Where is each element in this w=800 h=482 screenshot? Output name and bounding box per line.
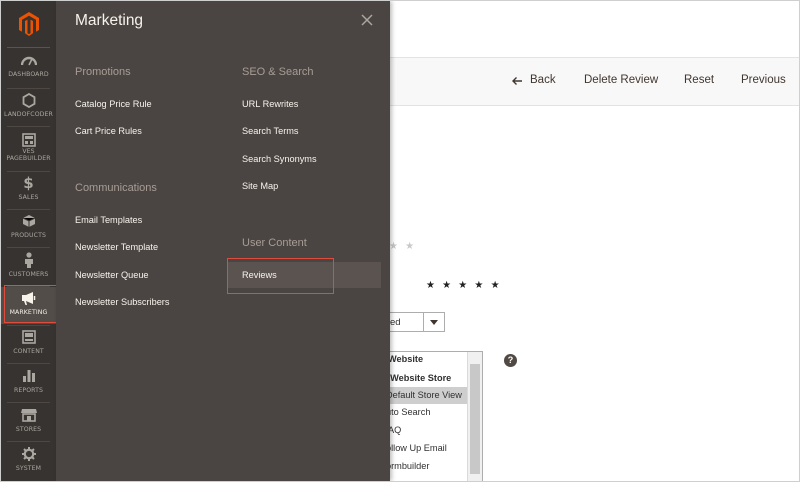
nav-label: DASHBOARD: [8, 71, 49, 78]
menu-item-newsletter-template[interactable]: Newsletter Template: [75, 242, 158, 252]
previous-button[interactable]: Previous: [741, 74, 786, 86]
nav-landofcoder[interactable]: LANDOFCODER: [1, 89, 56, 126]
back-arrow-icon[interactable]: [511, 75, 523, 87]
menu-item-newsletter-queue[interactable]: Newsletter Queue: [75, 270, 149, 280]
bar-chart-icon: [1, 368, 56, 384]
nav-label: VES PAGEBUILDER: [6, 148, 51, 163]
menu-item-email-templates[interactable]: Email Templates: [75, 215, 142, 225]
group-promotions-title: Promotions: [75, 66, 131, 78]
group-communications-title: Communications: [75, 182, 157, 194]
dollar-icon: $: [23, 174, 34, 192]
nav-label: CUSTOMERS: [8, 271, 49, 278]
marketing-flyout-menu: Marketing Promotions Catalog Price Rule …: [56, 1, 390, 481]
menu-item-newsletter-subscribers[interactable]: Newsletter Subscribers: [75, 297, 169, 307]
menu-item-catalog-price-rule[interactable]: Catalog Price Rule: [75, 99, 152, 109]
magento-logo-icon[interactable]: [1, 1, 56, 47]
scrollbar-thumb[interactable]: [470, 364, 480, 474]
group-user-content-title: User Content: [242, 237, 307, 249]
pagebuilder-icon: [1, 132, 56, 148]
nav-dashboard[interactable]: DASHBOARD: [1, 49, 56, 86]
menu-item-search-synonyms[interactable]: Search Synonyms: [242, 154, 317, 164]
nav-customers[interactable]: CUSTOMERS: [1, 249, 56, 286]
back-button[interactable]: Back: [530, 74, 556, 86]
admin-sidebar: DASHBOARD LANDOFCODER VES PAGEBUILDER $ …: [1, 1, 56, 481]
admin-window: Back Delete Review Reset Previous ★ ★ ★ …: [0, 0, 800, 482]
content-icon: [1, 329, 56, 345]
nav-label: PRODUCTS: [10, 232, 47, 239]
chevron-down-icon[interactable]: [423, 313, 444, 331]
sidebar-divider: [7, 47, 50, 48]
store-icon: [1, 407, 56, 423]
person-icon: [1, 252, 56, 268]
faded-rating-stars: ★ ★: [389, 241, 417, 252]
nav-ves-pagebuilder[interactable]: VES PAGEBUILDER: [1, 129, 56, 171]
flyout-title: Marketing: [75, 12, 144, 29]
menu-item-cart-price-rules[interactable]: Cart Price Rules: [75, 126, 142, 136]
rating-stars[interactable]: ★ ★ ★ ★ ★: [426, 280, 502, 291]
help-icon[interactable]: ?: [504, 354, 517, 367]
gear-icon: [1, 446, 56, 462]
list-scrollbar[interactable]: [467, 352, 482, 481]
sidebar-divider: [7, 402, 50, 403]
nav-label: LANDOFCODER: [4, 111, 53, 118]
close-icon[interactable]: [360, 13, 374, 27]
sidebar-divider: [7, 247, 50, 248]
nav-reports[interactable]: REPORTS: [1, 365, 56, 402]
delete-review-button[interactable]: Delete Review: [584, 74, 658, 86]
menu-item-search-terms[interactable]: Search Terms: [242, 126, 299, 136]
box-icon: [1, 213, 56, 229]
dashboard-icon: [1, 52, 56, 68]
nav-label: SALES: [18, 194, 39, 201]
sidebar-divider: [7, 126, 50, 127]
nav-stores[interactable]: STORES: [1, 404, 56, 441]
hexagon-icon: [1, 92, 56, 108]
group-seo-search-title: SEO & Search: [242, 66, 314, 78]
nav-label: SYSTEM: [15, 465, 42, 472]
sidebar-divider: [7, 441, 50, 442]
nav-content[interactable]: CONTENT: [1, 326, 56, 363]
nav-products[interactable]: PRODUCTS: [1, 210, 56, 247]
menu-item-site-map[interactable]: Site Map: [242, 181, 278, 191]
menu-item-url-rewrites[interactable]: URL Rewrites: [242, 99, 298, 109]
marketing-highlight: [4, 285, 63, 323]
nav-label: REPORTS: [13, 387, 44, 394]
reviews-highlight: [227, 258, 334, 294]
sidebar-divider: [7, 363, 50, 364]
nav-label: CONTENT: [13, 348, 44, 355]
reset-button[interactable]: Reset: [684, 74, 714, 86]
status-select-value: ed: [390, 317, 401, 328]
nav-label: STORES: [15, 426, 42, 433]
nav-system[interactable]: SYSTEM: [1, 443, 56, 480]
nav-sales[interactable]: $ SALES: [1, 172, 56, 209]
